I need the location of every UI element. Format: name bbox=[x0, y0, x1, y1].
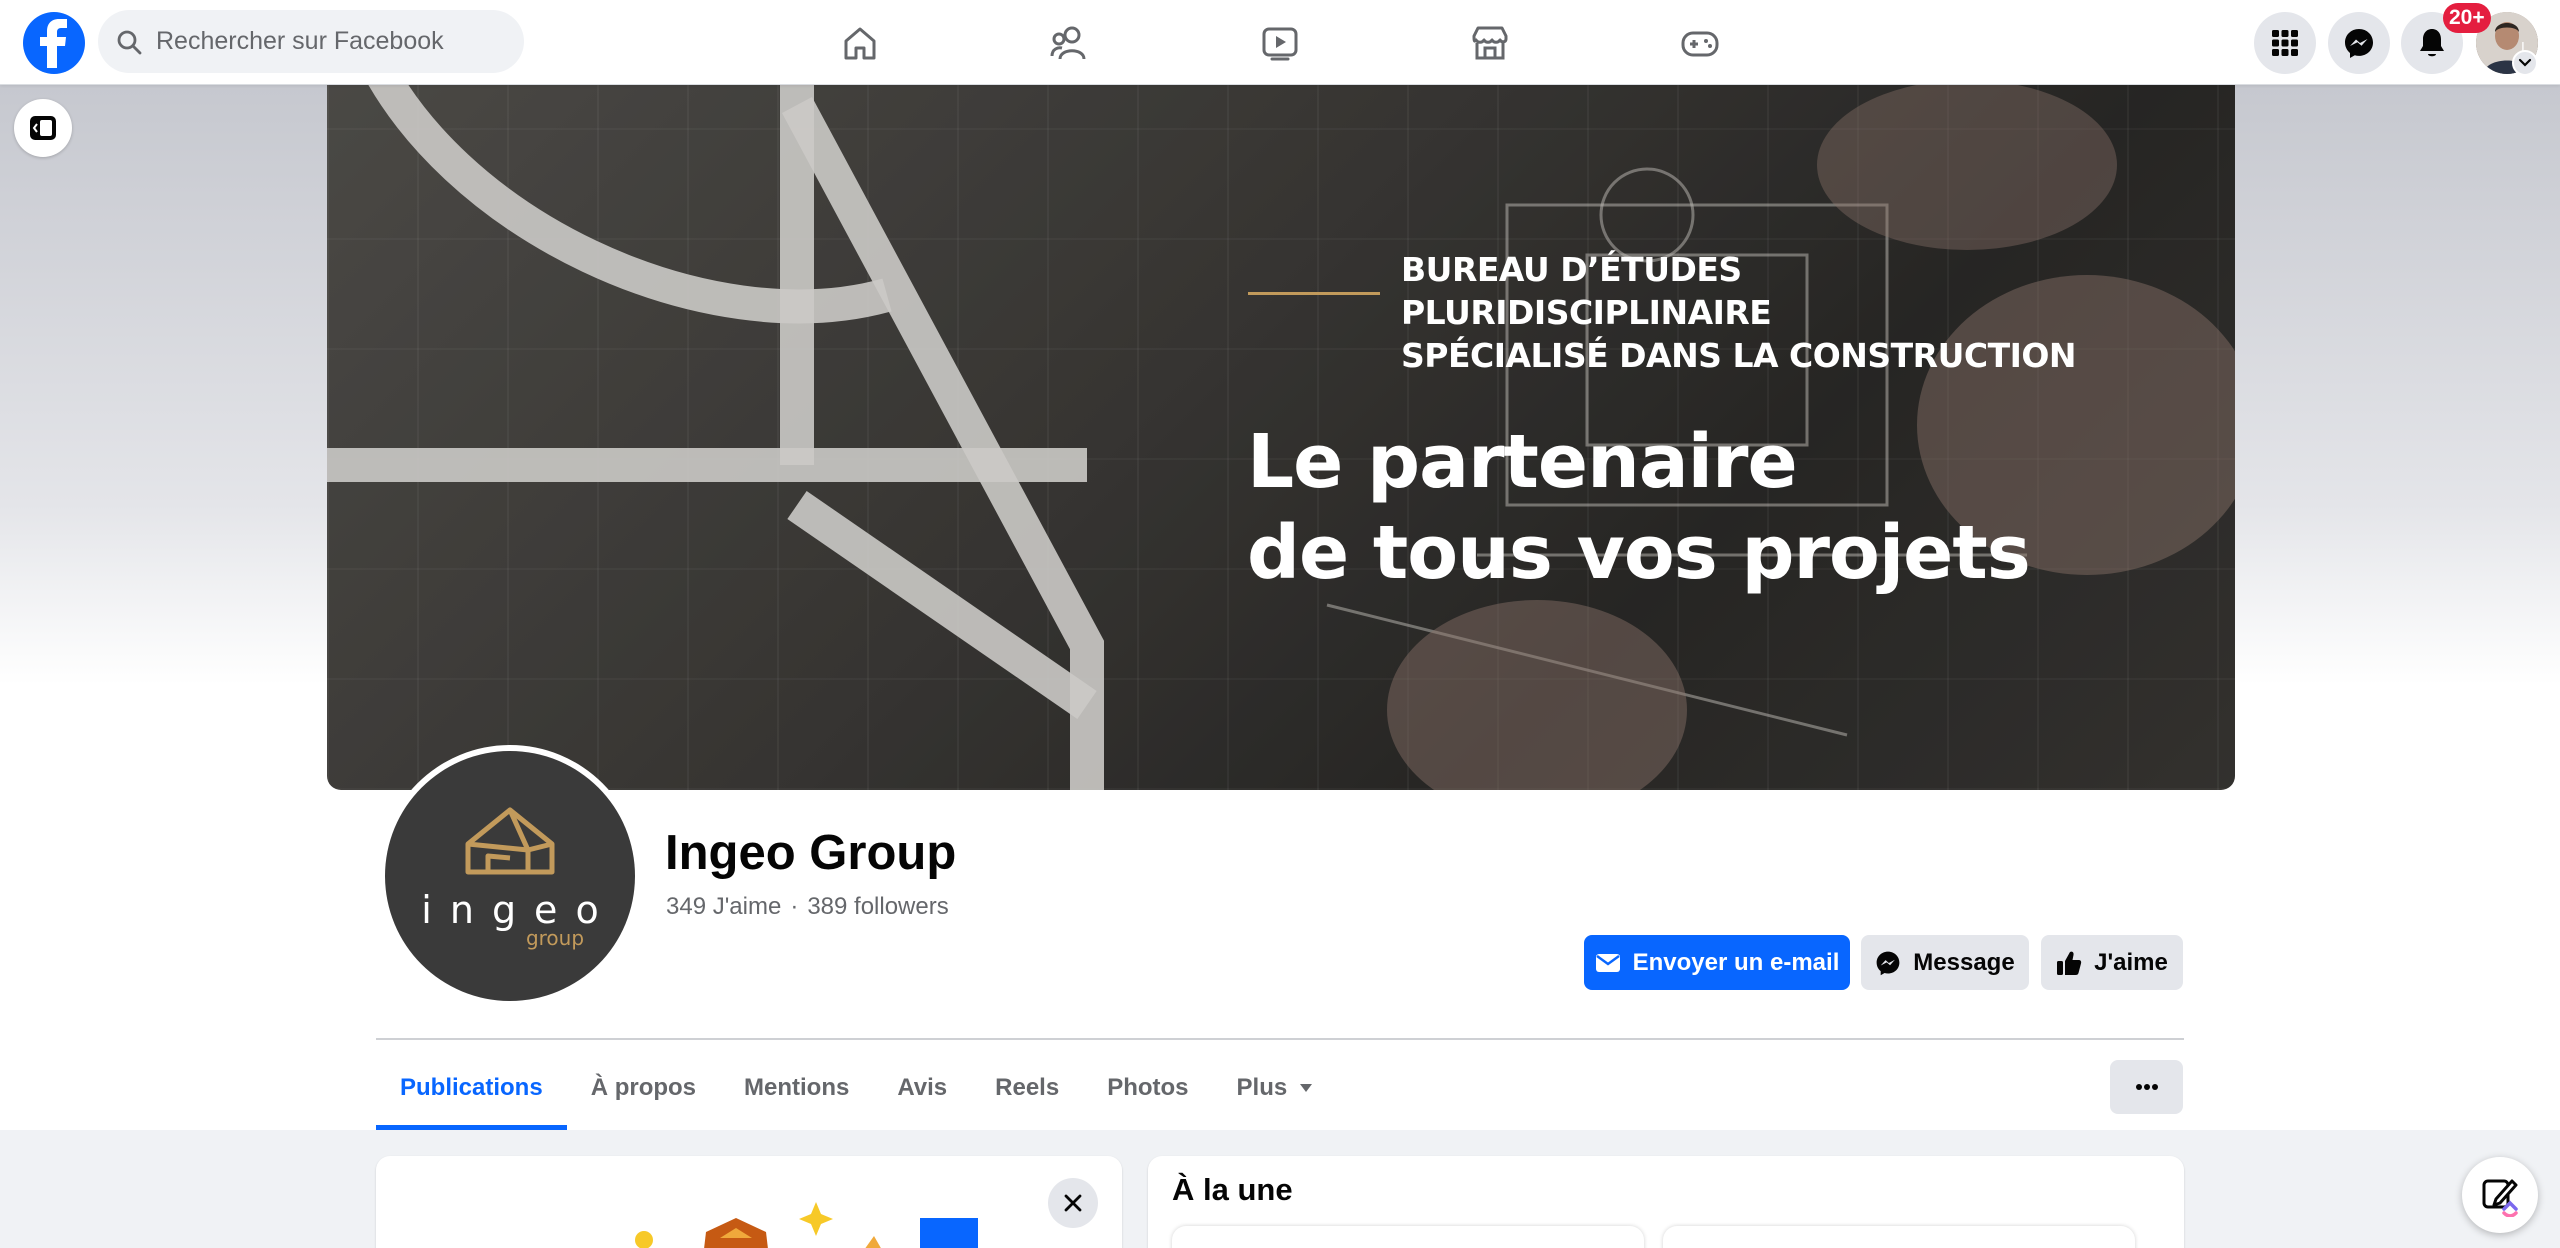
header-divider bbox=[376, 1038, 2184, 1040]
cover-photo[interactable]: BUREAU D’ÉTUDES PLURIDISCIPLINAIRE SPÉCI… bbox=[327, 85, 2235, 790]
ellipsis-icon bbox=[2135, 1084, 2158, 1090]
search-box[interactable] bbox=[98, 10, 524, 73]
house-logo-icon bbox=[465, 807, 555, 875]
top-navigation-bar: J bbox=[0, 0, 2560, 85]
cover-headline-line2: de tous vos projets bbox=[1247, 510, 2031, 596]
edit-icon bbox=[2482, 1179, 2518, 1217]
friends-nav-icon[interactable] bbox=[1020, 14, 1120, 72]
send-email-label: Envoyer un e-mail bbox=[1632, 948, 1840, 976]
ingeo-logo: ingeo group bbox=[385, 751, 635, 1001]
menu-grid-icon[interactable] bbox=[2254, 12, 2316, 74]
caret-down-icon bbox=[1300, 1084, 1313, 1092]
search-input[interactable] bbox=[156, 27, 486, 56]
notifications-badge: 20+ bbox=[2443, 3, 2491, 33]
likes-count[interactable]: 349 J'aime bbox=[666, 893, 781, 921]
marketplace-nav-icon[interactable] bbox=[1440, 14, 1540, 72]
page-title: Ingeo Group bbox=[665, 826, 957, 880]
tab-label: Avis bbox=[897, 1074, 948, 1101]
tab-plus[interactable]: Plus bbox=[1213, 1046, 1338, 1130]
tab-avis[interactable]: Avis bbox=[873, 1046, 971, 1130]
send-email-button[interactable]: Envoyer un e-mail bbox=[1584, 935, 1850, 990]
tab-reels[interactable]: Reels bbox=[971, 1046, 1083, 1130]
profile-picture[interactable]: ingeo group bbox=[379, 745, 641, 1007]
cover-subtitle-line1: BUREAU D’ÉTUDES PLURIDISCIPLINAIRE bbox=[1401, 250, 1772, 332]
envelope-icon bbox=[1595, 953, 1620, 972]
featured-item[interactable] bbox=[1172, 1226, 1644, 1248]
promo-illustration bbox=[635, 1202, 978, 1248]
tab-photos[interactable]: Photos bbox=[1083, 1046, 1212, 1130]
tab-label: Photos bbox=[1107, 1074, 1189, 1101]
home-nav-icon[interactable] bbox=[810, 14, 910, 72]
sidebar-toggle-icon[interactable] bbox=[14, 99, 72, 157]
message-label: Message bbox=[1913, 948, 2015, 976]
video-nav-icon[interactable] bbox=[1230, 14, 1330, 72]
featured-item[interactable] bbox=[1663, 1226, 2135, 1248]
like-page-button[interactable]: J'aime bbox=[2041, 935, 2183, 990]
more-options-button[interactable] bbox=[2110, 1060, 2183, 1114]
cover-subtitle: BUREAU D’ÉTUDES PLURIDISCIPLINAIRE SPÉCI… bbox=[1401, 248, 2101, 377]
close-icon[interactable] bbox=[1048, 1178, 1098, 1228]
page-stats: 349 J'aime · 389 followers bbox=[666, 893, 949, 921]
tab-label: Reels bbox=[995, 1074, 1060, 1101]
page-tabs: Publications À propos Mentions Avis Reel… bbox=[376, 1046, 1337, 1130]
messenger-icon bbox=[1876, 951, 1900, 975]
followers-count[interactable]: 389 followers bbox=[807, 893, 948, 921]
tab-mentions[interactable]: Mentions bbox=[720, 1046, 873, 1130]
stats-separator: · bbox=[790, 893, 799, 920]
logo-wordmark: ingeo bbox=[421, 888, 617, 932]
cover-subtitle-line2: SPÉCIALISÉ DANS LA CONSTRUCTION bbox=[1401, 336, 2077, 375]
featured-item-avatar bbox=[1202, 1240, 1262, 1248]
tab-a-propos[interactable]: À propos bbox=[567, 1046, 720, 1130]
cover-accent-line bbox=[1248, 292, 1380, 295]
messenger-icon[interactable] bbox=[2328, 12, 2390, 74]
compose-extension-button[interactable] bbox=[2462, 1157, 2538, 1233]
promo-card bbox=[376, 1156, 1122, 1248]
chevron-down-icon[interactable] bbox=[2512, 50, 2538, 76]
facebook-logo-icon[interactable] bbox=[23, 12, 85, 74]
search-icon bbox=[117, 30, 142, 54]
tab-label: Plus bbox=[1236, 1074, 1288, 1101]
message-button[interactable]: Message bbox=[1861, 935, 2029, 990]
cover-headline: Le partenaire de tous vos projets bbox=[1247, 417, 2147, 599]
tab-label: Publications bbox=[400, 1074, 543, 1101]
tab-label: À propos bbox=[590, 1074, 697, 1101]
thumbs-up-icon bbox=[2057, 951, 2082, 975]
tab-publications[interactable]: Publications bbox=[376, 1046, 567, 1130]
cover-headline-line1: Le partenaire bbox=[1247, 419, 1798, 505]
tab-label: Mentions bbox=[744, 1074, 850, 1101]
gaming-nav-icon[interactable] bbox=[1650, 14, 1750, 72]
logo-sub: group bbox=[525, 926, 585, 950]
like-label: J'aime bbox=[2094, 948, 2168, 976]
featured-item-avatar bbox=[1693, 1240, 1753, 1248]
featured-title: À la une bbox=[1172, 1172, 1293, 1207]
